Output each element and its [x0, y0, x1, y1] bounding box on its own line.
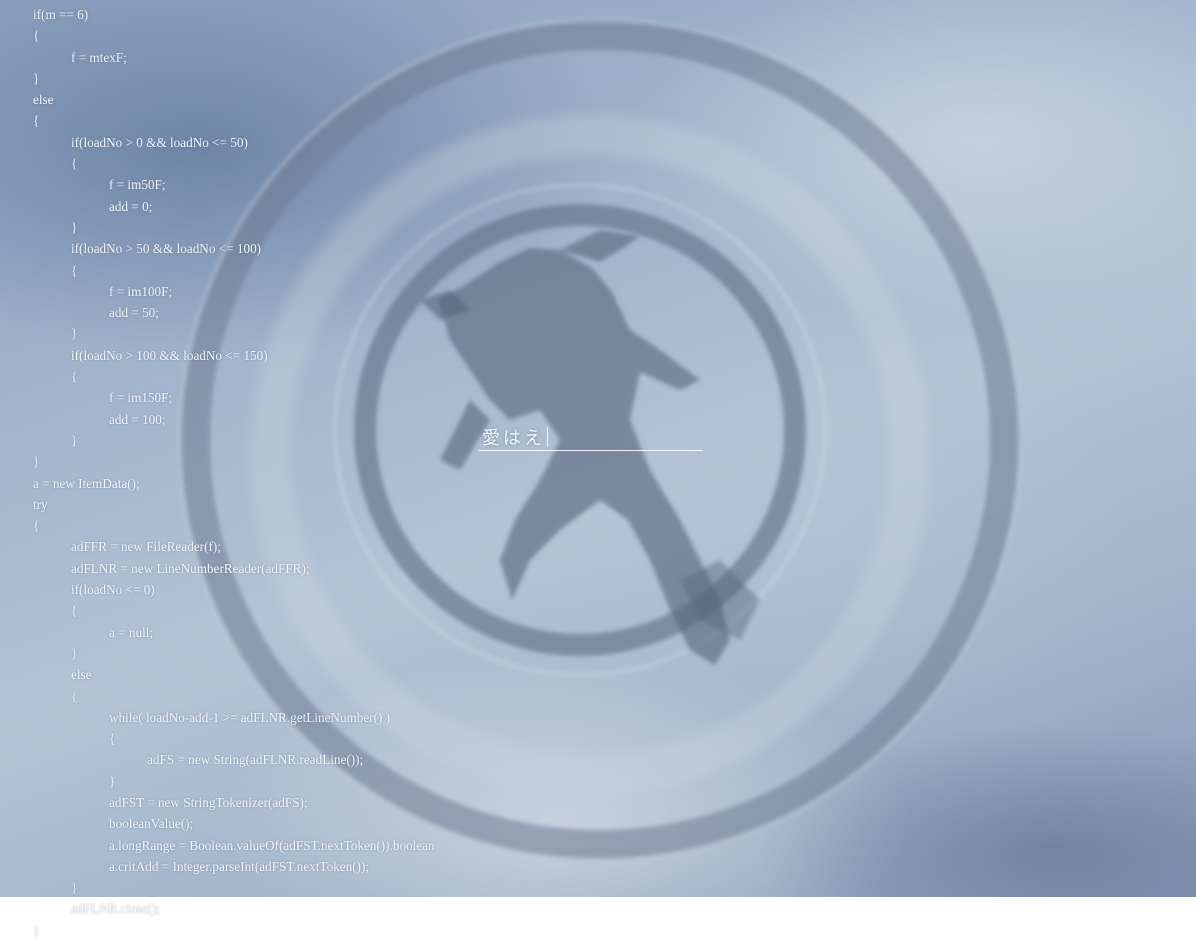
name-input-value: 愛はえ [482, 424, 548, 450]
code-line: { [71, 369, 78, 385]
code-line: } [71, 432, 78, 448]
code-line: add = 100; [109, 411, 166, 427]
name-input[interactable]: 愛はえ [478, 420, 703, 451]
code-line: add = 50; [109, 305, 159, 321]
code-line: } [109, 773, 116, 789]
code-line: } [71, 219, 78, 235]
code-line: if(loadNo > 100 && loadNo <= 150) [71, 347, 268, 363]
code-line: if(loadNo > 50 && loadNo <= 100) [71, 241, 262, 257]
code-line: if(loadNo > 0 && loadNo <= 50) [71, 134, 248, 150]
code-line: } [71, 326, 78, 342]
code-line: { [71, 688, 78, 704]
code-line: try [33, 496, 48, 512]
code-line: { [71, 603, 78, 619]
code-line: } [33, 922, 40, 938]
code-line: { [33, 28, 40, 44]
code-line: { [33, 518, 40, 534]
code-line: a.critAdd = Integer.parseInt(adFST.nextT… [109, 858, 370, 874]
code-line: add = 0; [109, 198, 153, 214]
code-line: f = mtexF; [71, 49, 127, 65]
code-line: } [71, 645, 78, 661]
code-line: a = new ItemData(); [33, 475, 140, 491]
code-line: { [71, 156, 78, 172]
code-line: f = im50F; [109, 177, 166, 193]
code-line: } [33, 70, 40, 86]
code-listing: if(m == 6) { f = mtexF;} else { if(loadNo > 0… [33, 4, 435, 941]
code-line: { [33, 113, 40, 129]
code-line: f = im150F; [109, 390, 173, 406]
code-line: a = null; [109, 624, 154, 640]
code-line: { [71, 262, 78, 278]
code-line: adFST = new StringTokenizer(adFS); [109, 794, 308, 810]
code-line: } [71, 880, 78, 896]
code-line: { [109, 731, 116, 747]
code-line: adFFR = new FileReader(f); [71, 539, 221, 555]
code-line: else [33, 92, 54, 108]
code-line: } [33, 454, 40, 470]
code-line: else [71, 667, 92, 683]
code-line: f = im100F; [109, 283, 173, 299]
code-line: adFLNR.close(); [71, 901, 160, 917]
code-line: adFLNR = new LineNumberReader(adFFR); [71, 560, 310, 576]
text-caret [547, 427, 548, 447]
code-line: if(m == 6) [33, 7, 89, 22]
code-line: while( loadNo-add-1 >= adFLNR.getLineNum… [109, 709, 391, 725]
code-line: booleanValue(); [109, 816, 194, 832]
code-line: a.longRange = Boolean.valueOf(adFST.next… [109, 837, 435, 853]
code-line: if(loadNo <= 0) [71, 582, 155, 598]
code-line: adFS = new String(adFLNR.readLine()); [147, 752, 364, 768]
